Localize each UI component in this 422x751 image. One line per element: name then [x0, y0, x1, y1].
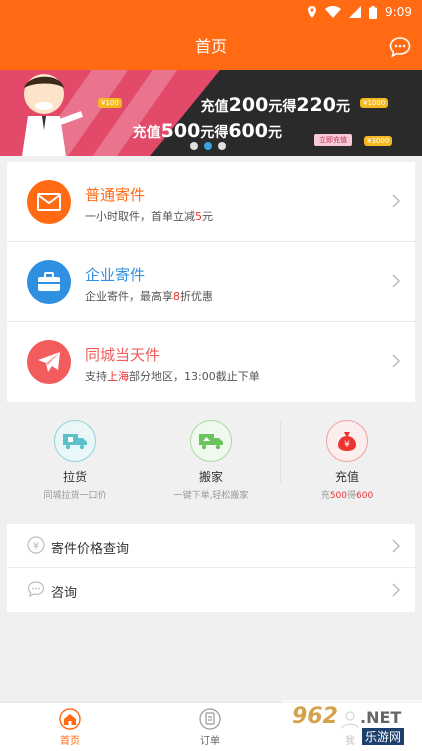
pager-dot-active[interactable]	[204, 142, 212, 150]
wifi-icon	[325, 6, 342, 18]
truck-icon	[54, 420, 96, 462]
banner-pager	[190, 142, 226, 150]
top-bar: 首页	[0, 24, 422, 70]
quick-item-moving[interactable]: 搬家 一键下单,轻松搬家	[143, 414, 279, 506]
chat-bubble-icon	[27, 581, 45, 598]
link-price-query[interactable]: ¥ 寄件价格查询	[7, 524, 415, 568]
quick-label: 拉货	[62, 470, 87, 484]
money-bag-icon: ¥	[326, 420, 368, 462]
info-links: ¥ 寄件价格查询 咨询	[7, 524, 415, 612]
tab-orders[interactable]: 订单	[140, 703, 280, 751]
pager-dot[interactable]	[190, 142, 198, 150]
banner-coin-3: ¥3000	[364, 136, 393, 146]
signal-icon	[349, 6, 362, 18]
yen-circle-icon: ¥	[27, 536, 45, 554]
home-icon	[59, 708, 81, 730]
link-consult[interactable]: 咨询	[7, 568, 415, 612]
service-subtitle: 支持上海部分地区，13:00截止下单	[85, 370, 260, 383]
service-title: 普通寄件	[85, 186, 146, 204]
quick-subtitle: 同城拉货一口价	[43, 491, 107, 501]
chevron-right-icon	[392, 354, 401, 368]
banner-coin-1: ¥100	[98, 98, 122, 108]
pager-dot[interactable]	[218, 142, 226, 150]
service-item-normal[interactable]: 普通寄件 一小时取件，首单立减5元	[7, 162, 415, 242]
banner-recharge-button[interactable]: 立即充值	[314, 134, 352, 146]
chevron-right-icon	[392, 583, 401, 597]
svg-text:¥: ¥	[344, 440, 350, 450]
page-title: 首页	[194, 37, 227, 56]
status-time: 9:09	[385, 5, 412, 19]
chevron-right-icon	[392, 539, 401, 553]
quick-subtitle: 一键下单,轻松搬家	[173, 491, 249, 501]
mascot-illustration	[22, 74, 84, 156]
service-item-enterprise[interactable]: 企业寄件 企业寄件，最高享8折优惠	[7, 242, 415, 322]
service-subtitle: 一小时取件，首单立减5元	[85, 210, 213, 223]
location-icon	[307, 6, 317, 18]
quick-subtitle: 充500得600	[320, 491, 374, 501]
battery-icon	[369, 5, 378, 19]
order-icon	[199, 708, 221, 730]
quick-label: 充值	[334, 470, 359, 484]
chevron-right-icon	[392, 194, 401, 208]
service-list: 普通寄件 一小时取件，首单立减5元 企业寄件 企业寄件，最高享8折优惠 同城当天…	[7, 162, 415, 402]
paper-plane-icon	[27, 340, 71, 384]
moving-truck-icon	[190, 420, 232, 462]
briefcase-icon	[27, 260, 71, 304]
tab-label: 订单	[200, 736, 220, 747]
banner-line-1: 充值200元得220元	[200, 94, 350, 116]
service-title: 同城当天件	[85, 346, 161, 364]
service-title: 企业寄件	[85, 266, 146, 284]
banner-coin-2: ¥1000	[360, 98, 389, 108]
quick-item-recharge[interactable]: ¥ 充值 充500得600	[279, 414, 415, 506]
service-subtitle: 企业寄件，最高享8折优惠	[85, 290, 213, 303]
banner-line-2: 充值500元得600元	[132, 120, 282, 142]
service-item-same-city[interactable]: 同城当天件 支持上海部分地区，13:00截止下单	[7, 322, 415, 402]
status-bar: 9:09	[0, 0, 422, 24]
svg-text:¥: ¥	[33, 541, 39, 552]
chevron-right-icon	[392, 274, 401, 288]
watermark-logo: 962 .NET 乐游网	[282, 700, 422, 751]
chat-icon[interactable]	[388, 35, 412, 59]
quick-item-freight[interactable]: 拉货 同城拉货一口价	[7, 414, 143, 506]
quick-actions: 拉货 同城拉货一口价 搬家 一键下单,轻松搬家 ¥ 充值 充500得600	[7, 414, 415, 506]
link-label: 咨询	[51, 586, 78, 601]
link-label: 寄件价格查询	[51, 542, 130, 557]
tab-home[interactable]: 首页	[0, 703, 140, 751]
quick-label: 搬家	[198, 470, 223, 484]
tab-label: 首页	[60, 736, 80, 747]
envelope-icon	[27, 180, 71, 224]
